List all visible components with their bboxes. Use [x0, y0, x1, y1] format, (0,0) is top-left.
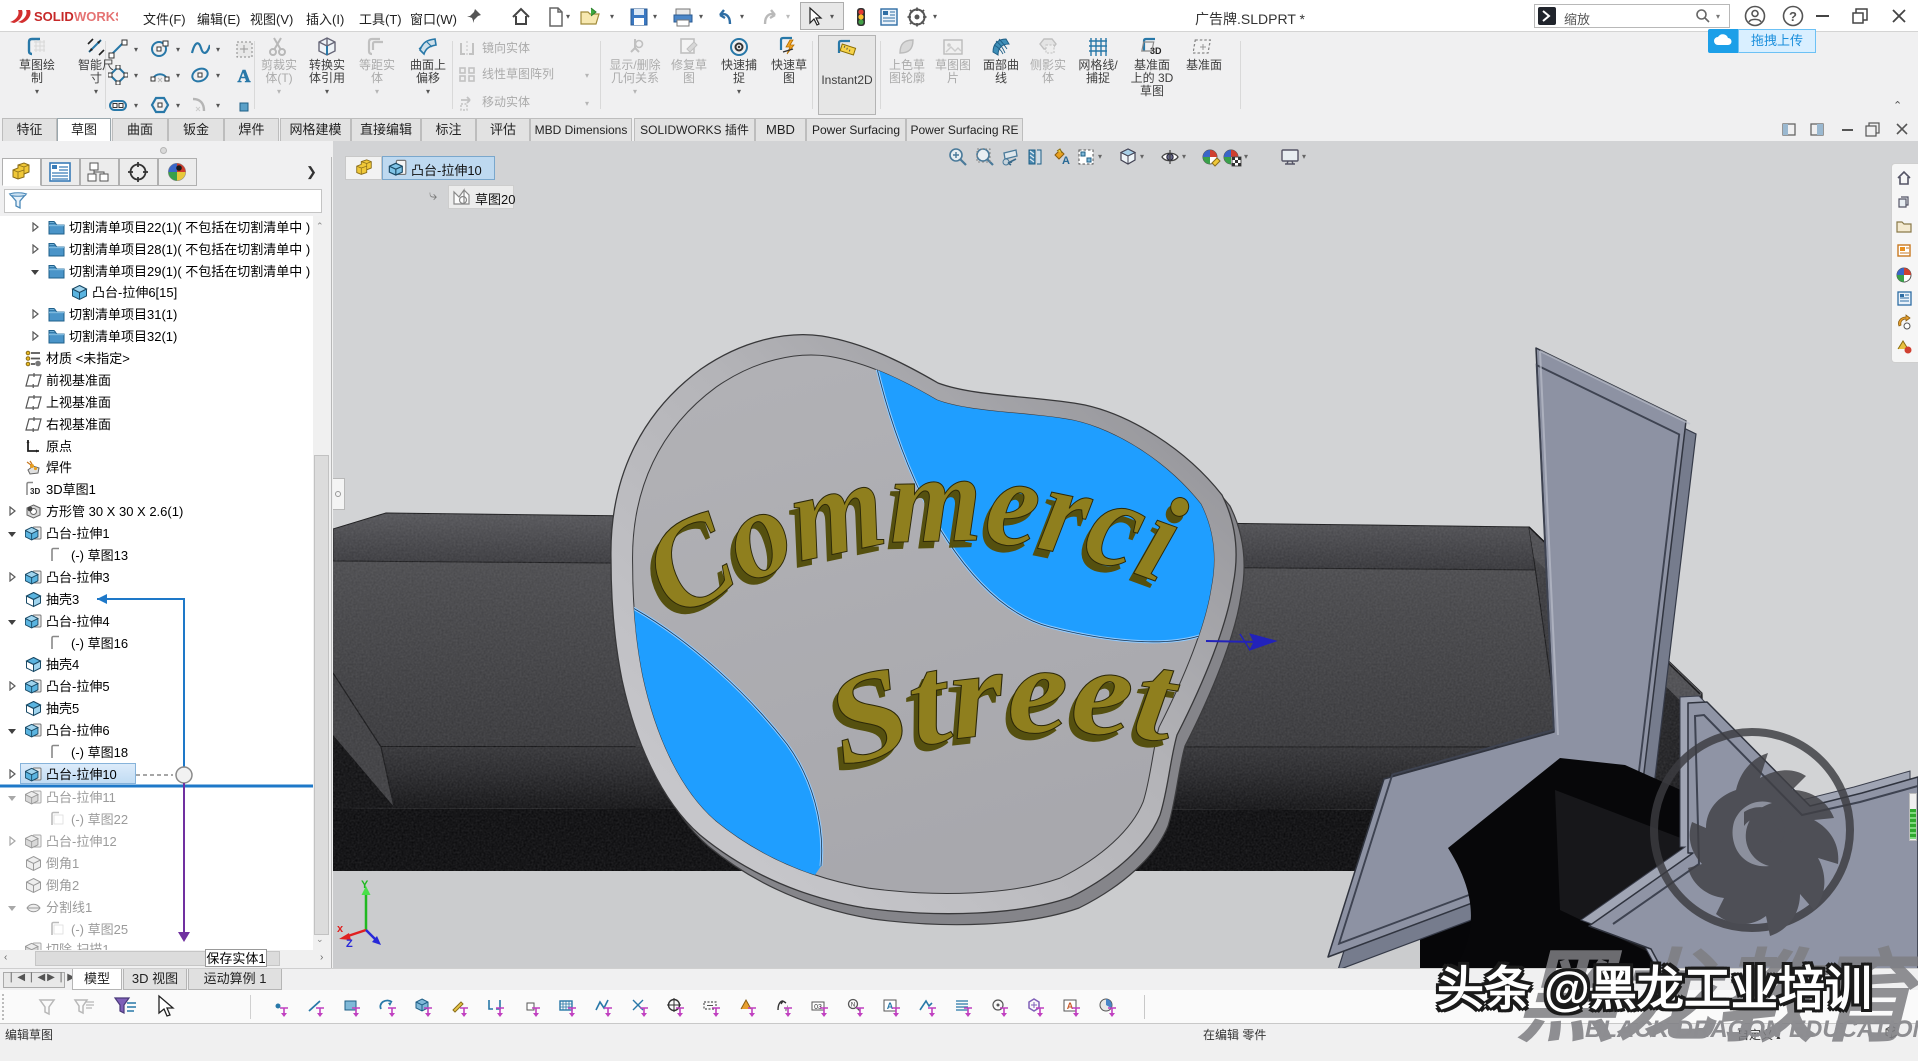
svg-text:WORKS: WORKS: [74, 9, 118, 24]
svg-text:?: ?: [1789, 9, 1797, 24]
svg-text:x: x: [337, 923, 344, 935]
svg-text:A: A: [1062, 155, 1070, 167]
svg-text:A: A: [238, 66, 251, 85]
svg-text:Y: Y: [361, 879, 369, 891]
svg-text:SOLID: SOLID: [34, 9, 74, 24]
svg-text:Z: Z: [346, 938, 353, 950]
